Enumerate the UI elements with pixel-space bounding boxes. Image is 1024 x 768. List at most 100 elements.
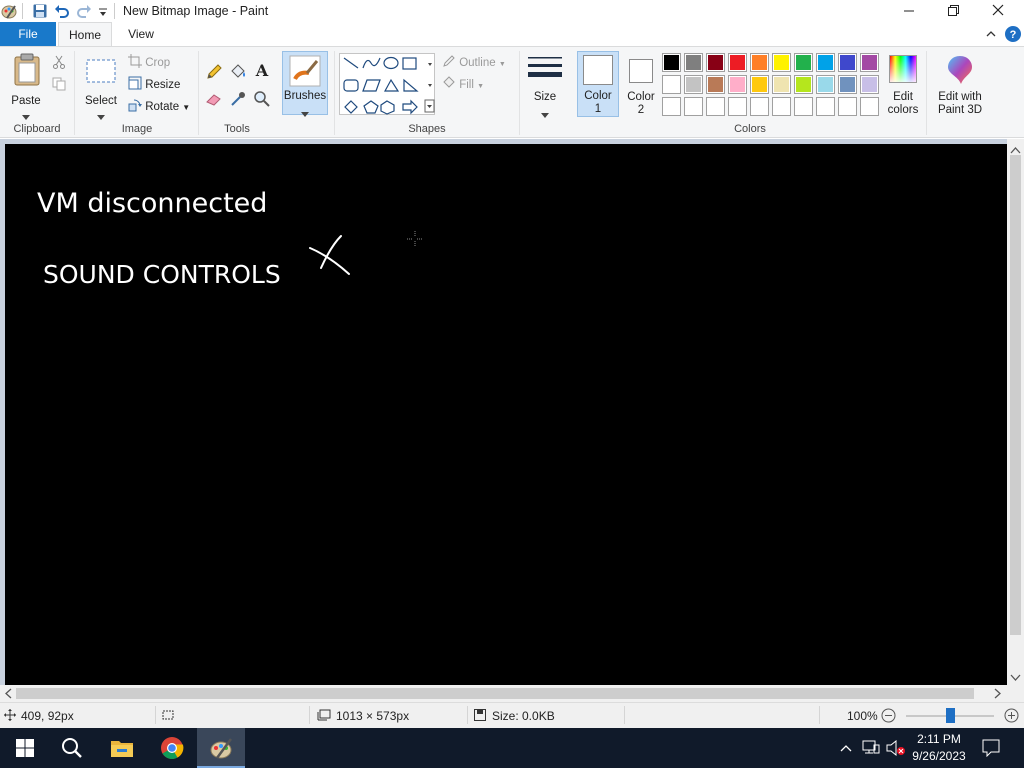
palette-swatch[interactable]	[860, 75, 879, 94]
vertical-scroll-thumb[interactable]	[1010, 155, 1021, 635]
collapse-ribbon-icon[interactable]	[985, 28, 997, 40]
minimize-icon[interactable]	[897, 0, 921, 22]
cut-icon[interactable]	[52, 55, 66, 69]
scroll-up-icon[interactable]	[1010, 143, 1021, 154]
palette-swatch-empty[interactable]	[750, 97, 769, 116]
scroll-right-icon[interactable]	[994, 688, 1002, 699]
color1-swatch	[583, 55, 613, 85]
file-size-icon	[474, 709, 486, 721]
vertical-scrollbar[interactable]	[1007, 139, 1024, 685]
palette-swatch[interactable]	[838, 75, 857, 94]
clock-time[interactable]: 2:11 PM	[910, 732, 968, 746]
scroll-down-icon[interactable]	[1010, 671, 1021, 681]
palette-swatch[interactable]	[728, 75, 747, 94]
chrome-icon[interactable]	[160, 736, 184, 760]
palette-swatch[interactable]	[838, 53, 857, 72]
palette-swatch[interactable]	[662, 53, 681, 72]
file-explorer-icon[interactable]	[110, 738, 134, 758]
select-button[interactable]: Select	[80, 51, 122, 120]
fill-bucket-icon[interactable]	[229, 63, 247, 81]
paint-app-icon[interactable]	[1, 3, 17, 19]
close-icon[interactable]	[986, 0, 1010, 22]
palette-swatch-empty[interactable]	[662, 97, 681, 116]
redo-icon[interactable]	[76, 3, 92, 19]
palette-swatch[interactable]	[816, 53, 835, 72]
tab-home[interactable]: Home	[58, 22, 112, 46]
restore-icon[interactable]	[941, 0, 965, 22]
palette-swatch-empty[interactable]	[838, 97, 857, 116]
zoom-in-icon[interactable]	[1004, 708, 1019, 723]
edit-colors-icon	[889, 55, 917, 83]
color1-button[interactable]: Color 1	[577, 51, 619, 117]
edit-with-paint3d-button[interactable]: Edit with Paint 3D	[932, 51, 988, 117]
scroll-left-icon[interactable]	[4, 688, 12, 699]
search-icon[interactable]	[61, 737, 83, 759]
rotate-button[interactable]: Rotate ▼	[128, 98, 192, 116]
notification-center-icon[interactable]	[982, 739, 1000, 758]
color-picker-icon[interactable]	[229, 90, 247, 108]
palette-swatch[interactable]	[794, 53, 813, 72]
size-button[interactable]: Size	[524, 51, 566, 118]
show-hidden-icons-icon[interactable]	[840, 742, 852, 752]
windows-start-icon[interactable]	[16, 739, 34, 757]
resize-button[interactable]: Resize	[128, 76, 188, 94]
palette-swatch-empty[interactable]	[794, 97, 813, 116]
status-divider	[309, 706, 310, 724]
save-icon[interactable]	[33, 4, 47, 18]
shapes-gallery[interactable]	[339, 53, 435, 115]
palette-swatch-empty[interactable]	[706, 97, 725, 116]
rotate-icon	[128, 98, 142, 112]
brush-icon	[289, 55, 321, 87]
drawing-canvas[interactable]: VM disconnected SOUND CONTROLS	[5, 144, 1007, 685]
palette-swatch[interactable]	[684, 75, 703, 94]
edit-colors-button[interactable]: Edit colors	[882, 51, 924, 117]
horizontal-scrollbar[interactable]	[0, 685, 1007, 702]
zoom-out-icon[interactable]	[881, 708, 896, 723]
palette-swatch[interactable]	[684, 53, 703, 72]
color2-button[interactable]: Color 2	[621, 51, 661, 117]
palette-swatch[interactable]	[750, 53, 769, 72]
magnifier-icon[interactable]	[253, 90, 271, 108]
text-icon[interactable]: A	[253, 62, 271, 80]
outline-button[interactable]: Outline ▼	[442, 54, 514, 72]
network-icon[interactable]	[862, 740, 880, 756]
image-size-icon	[317, 709, 331, 721]
palette-swatch[interactable]	[860, 53, 879, 72]
palette-swatch[interactable]	[816, 75, 835, 94]
copy-icon[interactable]	[52, 77, 66, 91]
palette-swatch[interactable]	[772, 53, 791, 72]
tab-view[interactable]: View	[114, 22, 168, 46]
hand-drawn-x-mark	[305, 232, 355, 278]
customize-quick-access-icon[interactable]	[98, 6, 108, 16]
horizontal-scroll-thumb[interactable]	[16, 688, 974, 699]
outline-label: Outline	[459, 57, 496, 69]
paste-button[interactable]: Paste	[4, 51, 48, 120]
tab-file[interactable]: File	[0, 22, 56, 46]
palette-swatch[interactable]	[750, 75, 769, 94]
palette-swatch[interactable]	[662, 75, 681, 94]
crop-button[interactable]: Crop	[128, 54, 188, 72]
volume-muted-icon[interactable]	[886, 739, 906, 757]
title-divider	[114, 3, 115, 19]
eraser-icon[interactable]	[205, 90, 223, 108]
palette-swatch[interactable]	[706, 53, 725, 72]
undo-icon[interactable]	[54, 3, 70, 19]
zoom-slider-thumb[interactable]	[946, 708, 955, 723]
palette-swatch[interactable]	[706, 75, 725, 94]
palette-swatch[interactable]	[728, 53, 747, 72]
pencil-icon[interactable]	[205, 63, 223, 81]
taskbar-paint-app[interactable]	[197, 728, 245, 768]
brushes-button[interactable]: Brushes	[282, 51, 328, 117]
palette-swatch[interactable]	[772, 75, 791, 94]
palette-swatch-empty[interactable]	[728, 97, 747, 116]
clock-date[interactable]: 9/26/2023	[908, 749, 970, 763]
palette-swatch-empty[interactable]	[816, 97, 835, 116]
resize-label: Resize	[145, 79, 181, 91]
fill-button[interactable]: Fill ▼	[442, 76, 502, 94]
palette-swatch[interactable]	[794, 75, 813, 94]
ribbon: Paste Clipboard Select Crop Resize Rotat…	[0, 46, 1024, 138]
palette-swatch-empty[interactable]	[772, 97, 791, 116]
help-icon[interactable]: ?	[1004, 25, 1022, 43]
palette-swatch-empty[interactable]	[860, 97, 879, 116]
palette-swatch-empty[interactable]	[684, 97, 703, 116]
